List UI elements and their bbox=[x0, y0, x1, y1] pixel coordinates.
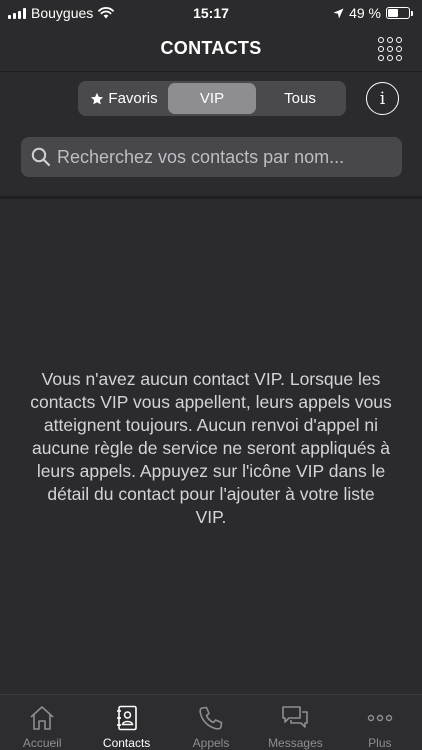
segment-vip-label: VIP bbox=[199, 90, 225, 107]
contacts-book-icon bbox=[116, 705, 137, 731]
page-title: CONTACTS bbox=[160, 38, 262, 58]
segment-all-label: Tous bbox=[284, 90, 316, 107]
battery-level bbox=[388, 9, 398, 17]
signal-icon bbox=[8, 7, 26, 19]
search-bar bbox=[21, 137, 402, 177]
more-icon bbox=[367, 714, 393, 722]
search-input[interactable] bbox=[57, 146, 392, 168]
keypad-button[interactable] bbox=[376, 35, 404, 63]
empty-state-message: Vous n'avez aucun contact VIP. Lorsque l… bbox=[30, 369, 392, 527]
messages-icon bbox=[282, 706, 309, 728]
status-right: 49 % bbox=[333, 5, 413, 21]
info-icon: i bbox=[379, 88, 386, 109]
contacts-filter-segmented-control: Favoris VIP Tous bbox=[78, 81, 346, 116]
header-divider bbox=[0, 196, 422, 199]
tab-messages-label: Messages bbox=[268, 736, 323, 750]
info-button[interactable]: i bbox=[366, 82, 399, 115]
search-icon bbox=[31, 147, 51, 167]
tab-contacts[interactable]: Contacts bbox=[84, 695, 168, 750]
tab-contacts-label: Contacts bbox=[102, 736, 151, 750]
status-left: Bouygues bbox=[8, 5, 115, 21]
tab-home[interactable]: Accueil bbox=[0, 695, 84, 750]
tab-more-label: Plus bbox=[368, 736, 392, 750]
header: CONTACTS bbox=[0, 26, 422, 72]
carrier-label: Bouygues bbox=[31, 5, 94, 21]
segment-favorites-label: Favoris bbox=[108, 90, 158, 107]
home-icon bbox=[30, 706, 54, 730]
star-icon bbox=[91, 92, 104, 104]
segment-vip[interactable]: VIP bbox=[168, 83, 256, 114]
tab-messages[interactable]: Messages bbox=[253, 695, 337, 750]
segment-favorites[interactable]: Favoris bbox=[80, 83, 168, 114]
tab-calls[interactable]: Appels bbox=[169, 695, 253, 750]
tab-calls-label: Appels bbox=[192, 736, 230, 750]
segment-all[interactable]: Tous bbox=[256, 83, 344, 114]
battery-percent: 49 % bbox=[349, 5, 381, 21]
tab-more[interactable]: Plus bbox=[338, 695, 422, 750]
battery-icon bbox=[386, 7, 413, 19]
tab-bar: Accueil Contacts Appels Messages Plus bbox=[0, 694, 422, 750]
tab-home-label: Accueil bbox=[22, 736, 62, 750]
location-arrow-icon bbox=[333, 8, 344, 18]
status-bar: Bouygues 15:17 49 % bbox=[0, 0, 422, 26]
phone-icon bbox=[199, 706, 223, 730]
wifi-icon bbox=[98, 7, 115, 19]
